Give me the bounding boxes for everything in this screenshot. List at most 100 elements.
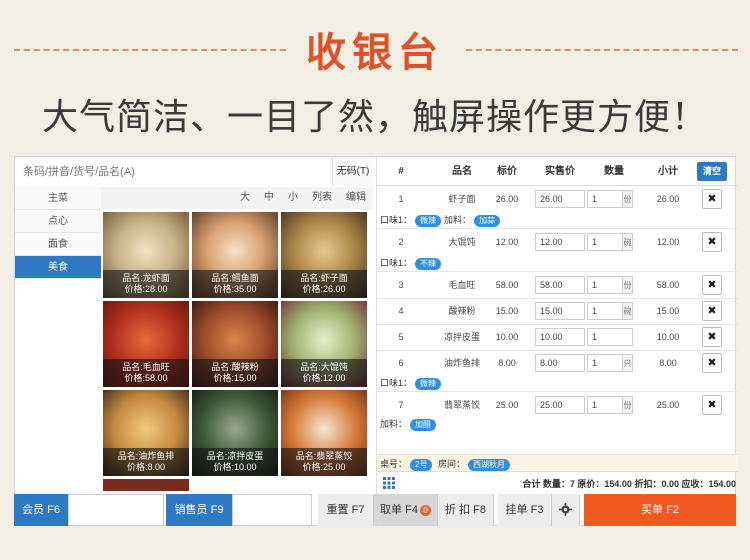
dish-price: 价格:26.00 [302,284,346,294]
delete-button[interactable]: ✖ [702,327,722,347]
fetch-order-button[interactable]: 取单 F4 0 [374,494,438,526]
room-tag[interactable]: 西湖秋月 [468,459,510,471]
col-qty: 数量 [604,166,624,177]
dish-card[interactable]: 品名:鳕鱼面 价格:35.00 [192,212,278,298]
settings-button[interactable] [552,494,580,526]
row-note: 口味1： 不辣 [377,255,738,272]
delete-button[interactable]: ✖ [702,275,722,295]
row-note: 口味1： 微辣 加料： 加蒜 [377,212,738,229]
view-list-button[interactable]: 列表 [305,187,339,209]
row-subtotal: 25.00 [656,400,680,410]
actual-price-input[interactable]: 10.00 [535,328,585,346]
category-item-food[interactable]: 美食 [15,256,101,279]
row-no: 1 [398,194,404,204]
table-row[interactable]: 4 酸辣粉 15.00 15.00 1 碗 15.00 ✖ [377,298,738,324]
dish-card[interactable]: 品名:毛血旺 价格:58.00 [103,301,189,387]
seller-input[interactable] [232,494,312,526]
dish-price: 价格:10.00 [213,462,257,472]
table-row[interactable]: 6 油炸鱼排 8.00 8.00 1 只 8.00 ✖ [377,350,738,376]
dish-card-partial[interactable] [103,479,189,491]
row-subtotal: 15.00 [656,306,680,316]
delete-button[interactable]: ✖ [702,353,722,373]
qty-input[interactable]: 1 [587,302,623,320]
qty-input[interactable]: 1 [587,328,633,346]
checkout-button[interactable]: 买单 F2 [584,494,736,526]
view-medium-button[interactable]: 中 [257,187,281,209]
dish-name: 品名:酸辣粉 [211,362,259,372]
row-no: 6 [398,358,404,368]
seller-button[interactable]: 销售员 F9 [166,494,232,526]
search-input[interactable] [15,157,333,186]
actual-price-input[interactable]: 12.00 [535,233,585,251]
table-row[interactable]: 2 大馄饨 12.00 12.00 1 碗 12.00 ✖ [377,229,738,255]
grid-icon[interactable] [383,477,395,489]
category-item-snack[interactable]: 点心 [15,210,101,233]
room-label: 房间： [437,459,465,469]
qty-unit: 份 [623,276,633,294]
dish-caption: 品名:虾子面 价格:26.00 [281,270,367,298]
taste-label: 口味1： [380,258,413,268]
taste-tag[interactable]: 微辣 [415,378,442,390]
dish-price: 价格:8.00 [126,462,166,472]
fetch-order-label: 取单 F4 [380,504,418,516]
view-toolbar: 大中小列表 编辑 [101,187,373,209]
delete-button[interactable]: ✖ [702,301,722,321]
actual-price-input[interactable]: 26.00 [535,190,585,208]
qty-input[interactable]: 1 [587,396,623,414]
dish-card[interactable]: 品名:虾子面 价格:26.00 [281,212,367,298]
dish-card[interactable]: 品名:大馄饨 价格:12.00 [281,301,367,387]
actual-price-input[interactable]: 25.00 [535,396,585,414]
row-price: 15.00 [495,306,519,316]
qty-input[interactable]: 1 [587,276,623,294]
dish-card[interactable]: 品名:龙虾面 价格:28.00 [103,212,189,298]
qty-input[interactable]: 1 [587,190,623,208]
discount-button[interactable]: 折 扣 F8 [438,494,494,526]
table-row[interactable]: 1 虾子面 26.00 26.00 1 份 26.00 ✖ [377,186,738,212]
addon-tag[interactable]: 加醋 [410,419,437,431]
page-title: 收银台 [306,29,444,76]
qty-input[interactable]: 1 [587,354,623,372]
qty-unit: 碗 [623,302,633,320]
table-row[interactable]: 3 毛血旺 58.00 58.00 1 份 58.00 ✖ [377,272,738,298]
clear-button[interactable]: 清空 [697,162,727,181]
order-panel: # 品名 标价 实售价 数量 小计 清空 1 虾子面 26.00 26.00 1… [376,157,738,527]
member-input[interactable] [68,494,164,526]
member-button[interactable]: 会员 F6 [14,494,68,526]
hold-order-button[interactable]: 挂单 F3 [498,494,552,526]
table-row[interactable]: 5 凉拌皮蛋 10.00 10.00 1 10.00 ✖ [377,324,738,350]
actual-price-input[interactable]: 15.00 [535,302,585,320]
row-subtotal: 58.00 [656,280,680,290]
qty-input[interactable]: 1 [587,233,623,251]
dish-name: 品名:油炸鱼排 [117,451,175,461]
dish-card[interactable]: 品名:油炸鱼排 价格:8.00 [103,390,189,476]
table-info-bar: 桌号： 2号 房间： 西湖秋月 [377,454,738,472]
category-item-noodle[interactable]: 面食 [15,233,101,256]
delete-button[interactable]: ✖ [702,189,722,209]
dish-card[interactable]: 品名:酸辣粉 价格:15.00 [192,301,278,387]
bottom-action-bar: 会员 F6 销售员 F9 重置 F7 取单 F4 0 折 扣 F8 挂单 F3 买… [14,494,736,526]
taste-tag[interactable]: 微辣 [415,215,442,227]
view-small-button[interactable]: 小 [281,187,305,209]
col-price: 标价 [497,166,517,177]
reset-button[interactable]: 重置 F7 [318,494,374,526]
dish-card[interactable]: 品名:凉拌皮蛋 价格:10.00 [192,390,278,476]
taste-tag[interactable]: 不辣 [415,258,442,270]
view-large-button[interactable]: 大 [233,187,257,209]
category-item-main[interactable]: 主菜 [15,187,101,210]
edit-button[interactable]: 编辑 [339,187,373,209]
row-subtotal: 8.00 [659,358,677,368]
qty-unit: 份 [623,396,633,414]
row-name: 虾子面 [448,194,476,204]
actual-price-input[interactable]: 58.00 [535,276,585,294]
addon-tag[interactable]: 加蒜 [474,215,501,227]
delete-button[interactable]: ✖ [702,232,722,252]
actual-price-input[interactable]: 8.00 [535,354,585,372]
row-note: 加料： 加醋 [377,416,738,433]
row-price: 58.00 [495,280,519,290]
delete-button[interactable]: ✖ [702,395,722,415]
dish-card[interactable]: 品名:翡翠蒸饺 价格:25.00 [281,390,367,476]
row-price: 26.00 [495,194,519,204]
taste-label: 口味1： [380,378,413,388]
no-barcode-button[interactable]: 无码(T) [333,157,373,186]
desk-tag[interactable]: 2号 [410,459,433,471]
